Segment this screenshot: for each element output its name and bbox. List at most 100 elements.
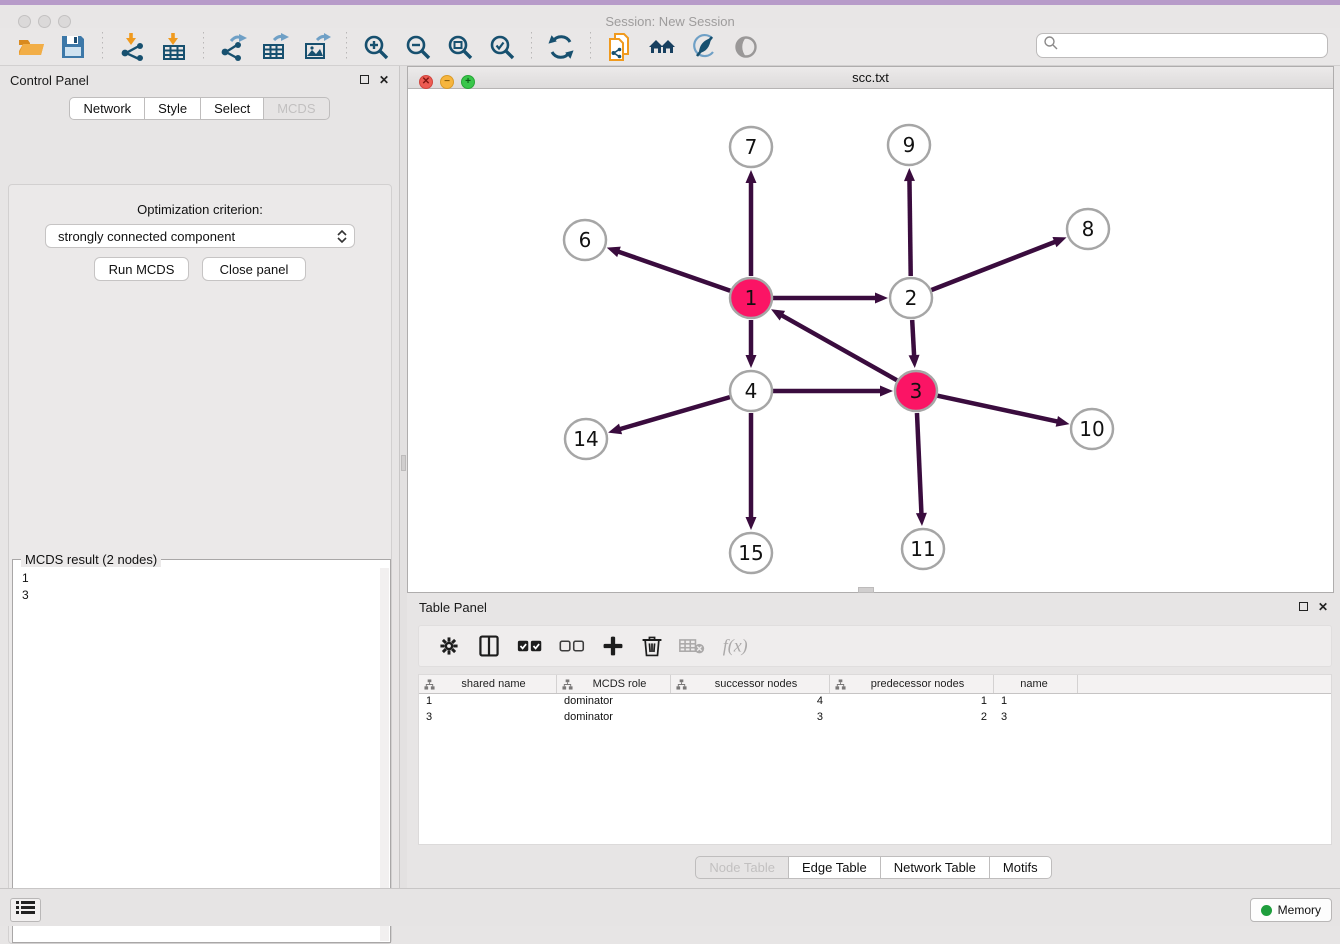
- tab-network-table[interactable]: Network Table: [881, 856, 990, 879]
- column-header-name[interactable]: name: [994, 675, 1078, 693]
- tab-style[interactable]: Style: [145, 97, 201, 120]
- graph-node-2[interactable]: 2: [890, 278, 932, 318]
- table-mode-gear-icon[interactable]: [437, 634, 461, 658]
- table-cell[interactable]: 3: [671, 710, 830, 726]
- edge-arrowhead: [880, 386, 893, 397]
- node-table[interactable]: shared nameMCDS rolesuccessor nodesprede…: [418, 674, 1332, 845]
- ndex-home-icon[interactable]: [647, 32, 677, 62]
- deselect-all-checkboxes-icon[interactable]: [559, 637, 585, 655]
- graph-node-3[interactable]: 3: [895, 371, 937, 411]
- table-cell[interactable]: 3: [419, 710, 557, 726]
- close-panel-icon[interactable]: ✕: [379, 74, 389, 86]
- graph-node-11[interactable]: 11: [902, 529, 944, 569]
- float-panel-icon[interactable]: [360, 74, 369, 86]
- graph-node-14[interactable]: 14: [565, 419, 607, 459]
- import-table-icon[interactable]: [159, 32, 189, 62]
- graph-node-7[interactable]: 7: [730, 127, 772, 167]
- control-panel-tabs: NetworkStyleSelectMCDS: [0, 97, 399, 120]
- edge-2-9[interactable]: [909, 179, 910, 276]
- zoom-selected-icon[interactable]: [487, 32, 517, 62]
- table-row[interactable]: 1dominator411: [419, 694, 1331, 710]
- search-box[interactable]: [1036, 33, 1328, 58]
- column-header-shared-name[interactable]: shared name: [419, 675, 557, 693]
- result-scrollbar[interactable]: [380, 568, 389, 941]
- edge-arrowhead: [1056, 416, 1070, 427]
- zoom-fit-icon[interactable]: [445, 32, 475, 62]
- graph-node-1[interactable]: 1: [730, 278, 772, 318]
- toolbar-separator: [346, 32, 347, 62]
- tab-edge-table[interactable]: Edge Table: [789, 856, 881, 879]
- table-cell[interactable]: 4: [671, 694, 830, 710]
- graph-node-15[interactable]: 15: [730, 533, 772, 573]
- tab-select[interactable]: Select: [201, 97, 264, 120]
- birds-eye-view-icon[interactable]: [731, 32, 761, 62]
- edge-3-10[interactable]: [938, 396, 1059, 422]
- edge-2-3[interactable]: [912, 320, 914, 357]
- network-window-titlebar[interactable]: ✕−+ scc.txt: [408, 67, 1333, 89]
- graph-node-8[interactable]: 8: [1067, 209, 1109, 249]
- column-header-predecessor-nodes[interactable]: predecessor nodes: [830, 675, 994, 693]
- zoom-in-icon[interactable]: [361, 32, 391, 62]
- edge-2-8[interactable]: [931, 241, 1056, 290]
- import-network-icon[interactable]: [117, 32, 147, 62]
- memory-status-icon: [1261, 905, 1272, 916]
- panel-splitter[interactable]: [400, 66, 407, 888]
- table-cell[interactable]: 1: [830, 694, 994, 710]
- clone-network-icon[interactable]: [605, 32, 635, 62]
- criterion-dropdown-value: strongly connected component: [58, 229, 235, 244]
- memory-label: Memory: [1278, 903, 1321, 917]
- memory-button[interactable]: Memory: [1250, 898, 1332, 922]
- tab-mcds[interactable]: MCDS: [264, 97, 329, 120]
- open-session-icon[interactable]: [16, 32, 46, 62]
- table-row[interactable]: 3dominator323: [419, 710, 1331, 726]
- table-cell[interactable]: dominator: [557, 710, 671, 726]
- node-label: 2: [905, 286, 918, 310]
- table-panel-title: Table Panel: [419, 600, 487, 615]
- table-float-icon[interactable]: [1299, 601, 1308, 613]
- main-toolbar: [0, 28, 1340, 66]
- result-line: 3: [22, 587, 380, 604]
- show-columns-icon[interactable]: [477, 634, 501, 658]
- graph-node-4[interactable]: 4: [730, 371, 772, 411]
- run-mcds-button[interactable]: Run MCDS: [94, 257, 189, 281]
- mcds-result-group: MCDS result (2 nodes) 13: [12, 559, 391, 943]
- apply-layout-icon[interactable]: [546, 32, 576, 62]
- graph-node-10[interactable]: 10: [1071, 409, 1113, 449]
- splitter-grip-icon[interactable]: [401, 455, 406, 471]
- table-close-icon[interactable]: ✕: [1318, 601, 1328, 613]
- tab-motifs[interactable]: Motifs: [990, 856, 1052, 879]
- export-table-icon[interactable]: [260, 32, 290, 62]
- save-session-icon[interactable]: [58, 32, 88, 62]
- graph-node-6[interactable]: 6: [564, 220, 606, 260]
- add-row-icon[interactable]: [601, 634, 625, 658]
- column-header-MCDS-role[interactable]: MCDS role: [557, 675, 671, 693]
- criterion-dropdown[interactable]: strongly connected component: [45, 224, 355, 248]
- table-cell[interactable]: dominator: [557, 694, 671, 710]
- tab-node-table[interactable]: Node Table: [695, 856, 789, 879]
- table-cell[interactable]: 3: [994, 710, 1078, 726]
- delete-row-icon[interactable]: [641, 634, 663, 658]
- search-input[interactable]: [1059, 36, 1327, 56]
- edge-4-14[interactable]: [619, 397, 730, 429]
- hide-graphics-details-icon[interactable]: [689, 32, 719, 62]
- export-network-icon[interactable]: [218, 32, 248, 62]
- tab-network[interactable]: Network: [69, 97, 145, 120]
- table-cell[interactable]: 1: [419, 694, 557, 710]
- table-cell[interactable]: 1: [994, 694, 1078, 710]
- show-panels-button[interactable]: [10, 898, 41, 922]
- graph-node-9[interactable]: 9: [888, 125, 930, 165]
- table-cell[interactable]: 2: [830, 710, 994, 726]
- zoom-out-icon[interactable]: [403, 32, 433, 62]
- close-panel-button[interactable]: Close panel: [202, 257, 306, 281]
- edge-3-11[interactable]: [917, 413, 922, 515]
- select-all-checkboxes-icon[interactable]: [517, 637, 543, 655]
- edge-3-1[interactable]: [781, 315, 897, 381]
- edge-1-6[interactable]: [617, 251, 730, 291]
- network-graph[interactable]: 7 9 6 8 1 2 4 3 14 10 15 11: [408, 89, 1333, 592]
- optimization-criterion-label: Optimization criterion:: [0, 202, 400, 217]
- export-image-icon[interactable]: [302, 32, 332, 62]
- toolbar-separator: [531, 32, 532, 62]
- column-header-successor-nodes[interactable]: successor nodes: [671, 675, 830, 693]
- mcds-result-text[interactable]: 13: [14, 568, 380, 941]
- edge-arrowhead: [746, 170, 757, 183]
